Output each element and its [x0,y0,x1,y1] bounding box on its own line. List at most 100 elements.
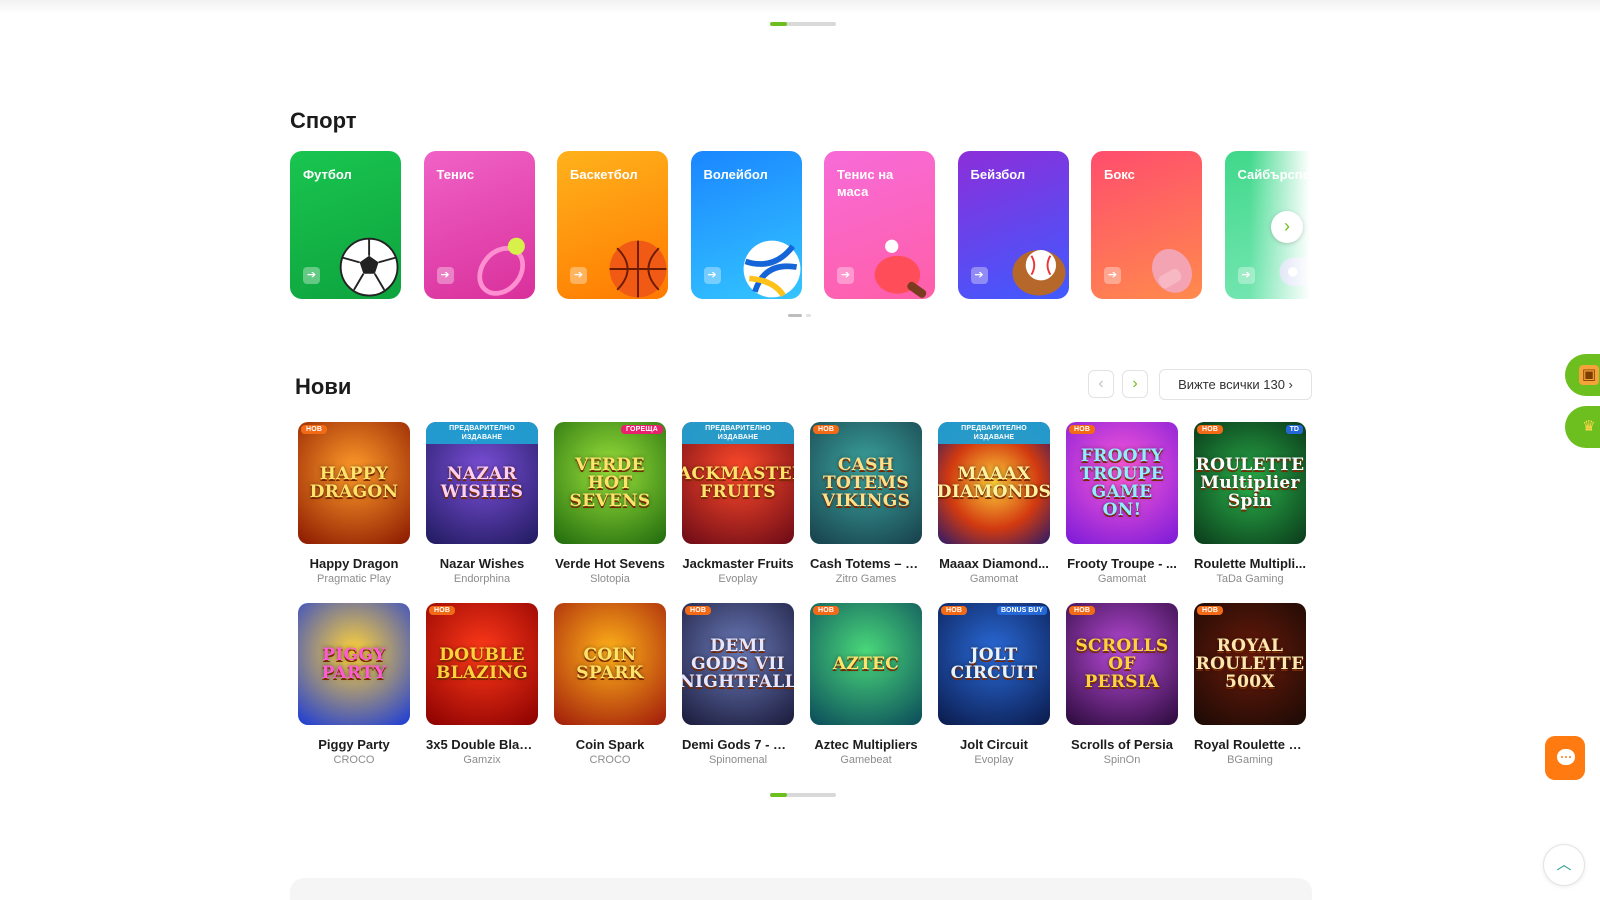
game-logo: ROULETTE Multiplier Spin [1195,455,1305,511]
game-thumbnail[interactable]: DEMI GODS VII NIGHTFALL НОВ [682,603,794,725]
game-thumbnail[interactable]: ROYAL ROULETTE 500X НОВ [1194,603,1306,725]
game-title[interactable]: Maaax Diamond... [938,556,1050,571]
carousel-dot[interactable] [806,314,811,317]
sport-card[interactable]: Тенис ➔ [423,151,535,299]
chevron-up-icon: ︿ [1556,856,1572,873]
game-provider: Gamebeat [840,754,892,766]
sport-card[interactable]: Бейзбол ➔ [957,151,1069,299]
game-tile[interactable]: NAZAR WISHES ПРЕДВАРИТЕЛНО ИЗДАВАНЕ Nazar … [426,422,538,585]
chat-bubble-icon [1557,749,1575,765]
sport-section-title: Спорт [290,108,357,133]
game-thumbnail[interactable]: SCROLLS OF PERSIA НОВ [1066,603,1178,725]
game-title[interactable]: Cash Totems – Vi... [810,556,922,571]
game-tile[interactable]: DEMI GODS VII NIGHTFALL НОВ Demi Gods 7 - … [682,603,794,766]
game-tile[interactable]: FROOTY TROUPE GAME ON! НОВ Frooty Troupe -… [1066,422,1178,585]
sport-card[interactable]: Баскетбол ➔ [557,151,668,299]
game-logo: HAPPY DRAGON [309,464,399,502]
game-title[interactable]: Frooty Troupe - ... [1066,556,1178,571]
game-thumbnail[interactable]: COIN SPARK [554,603,666,725]
sport-card[interactable]: Бокс ➔ [1091,151,1202,299]
game-title[interactable]: Scrolls of Persia [1066,737,1178,752]
carousel-dot[interactable] [788,314,802,317]
tennis-racket-icon [476,237,525,296]
game-title[interactable]: Jackmaster Fruits [682,556,794,571]
game-tile[interactable]: JOLT CIRCUIT НОВ BONUS BUY Jolt Circuit Evop… [938,603,1050,766]
game-logo: ROYAL ROULETTE 500X [1195,636,1305,692]
game-thumbnail[interactable]: CASH TOTEMS VIKINGS НОВ [810,422,922,544]
game-thumbnail[interactable]: ROULETTE Multiplier Spin НОВ TD [1194,422,1306,544]
game-tile[interactable]: HAPPY DRAGON НОВ Happy Dragon Pragmatic Pla… [298,422,410,585]
game-thumbnail[interactable]: VERDE HOT SEVENS ГОРЕЩА [554,422,666,544]
game-thumbnail[interactable]: AZTEC НОВ [810,603,922,725]
prizes-widget-button[interactable]: ▣ [1565,354,1600,396]
game-thumbnail[interactable]: NAZAR WISHES ПРЕДВАРИТЕЛНО ИЗДАВАНЕ [426,422,538,544]
game-title[interactable]: Happy Dragon [298,556,410,571]
volleyball-icon [743,240,800,298]
top-carousel-progress-fill [770,22,787,26]
game-provider: Pragmatic Play [317,573,391,585]
boxing-glove-icon [1152,249,1192,293]
game-tile[interactable]: VERDE HOT SEVENS ГОРЕЩА Verde Hot Sevens Sl… [554,422,666,585]
sport-card[interactable]: Тенис на маса ➔ [824,151,935,299]
game-title[interactable]: Aztec Multipliers [810,737,922,752]
game-title[interactable]: Jolt Circuit [938,737,1050,752]
top-carousel-edge [0,0,1600,14]
new-badge: НОВ [1197,606,1224,615]
game-logo: FROOTY TROUPE GAME ON! [1080,446,1164,520]
game-thumbnail[interactable]: PIGGY PARTY [298,603,410,725]
game-thumbnail[interactable]: HAPPY DRAGON НОВ [298,422,410,544]
new-badge: НОВ [941,606,968,615]
new-prev-button[interactable]: ‹ [1088,370,1114,398]
game-provider: BGaming [1227,754,1273,766]
sport-card[interactable]: Футбол ➔ [290,151,401,299]
scroll-to-top-button[interactable]: ︿ [1543,844,1585,886]
sport-card-label: Тенис [436,167,475,182]
tournaments-widget-button[interactable]: ♛ [1565,406,1600,448]
game-thumbnail[interactable]: DOUBLE BLAZING НОВ [426,603,538,725]
game-thumbnail[interactable]: FROOTY TROUPE GAME ON! НОВ [1066,422,1178,544]
game-logo: COIN SPARK [576,645,644,683]
sport-next-button[interactable]: › [1271,211,1303,243]
new-badge: НОВ [1069,425,1096,434]
game-tile[interactable]: AZTEC НОВ Aztec Multipliers Gamebeat [810,603,922,766]
game-title[interactable]: Royal Roulette 5... [1194,737,1306,752]
game-tile[interactable]: JACKMASTER FRUITSПРЕДВАРИТЕЛНО ИЗДАВАНЕ J… [682,422,794,585]
game-tile[interactable]: SCROLLS OF PERSIA НОВ Scrolls of Persia Spi… [1066,603,1178,766]
game-title[interactable]: Verde Hot Sevens [554,556,666,571]
game-logo: AZTEC [832,654,900,674]
chevron-right-icon: › [1288,377,1293,392]
game-title[interactable]: Roulette Multipli... [1194,556,1306,571]
trophy-icon: ♛ [1582,418,1596,435]
game-tile[interactable]: MAAAX DIAMONDS ПРЕДВАРИТЕЛНО ИЗДАВАНЕ Maaa… [938,422,1050,585]
new-games-progress [770,793,836,797]
game-logo: JOLT CIRCUIT [950,645,1038,683]
game-title[interactable]: Piggy Party [298,737,410,752]
game-tile[interactable]: ROYAL ROULETTE 500X НОВ Royal Roulette 5..… [1194,603,1306,766]
game-tile[interactable]: PIGGY PARTY Piggy Party CROCO [298,603,410,766]
game-title[interactable]: Demi Gods 7 - Ni... [682,737,794,752]
game-tile[interactable]: CASH TOTEMS VIKINGS НОВ Cash Totems – Vi..… [810,422,922,585]
sport-card-label: Футбол [303,167,352,182]
new-next-button[interactable]: › [1122,370,1148,398]
see-all-button[interactable]: Вижте всички 130 › [1159,369,1312,400]
game-tile[interactable]: ROULETTE Multiplier Spin НОВ TD Roulette Mu… [1194,422,1306,585]
game-thumbnail[interactable]: JACKMASTER FRUITS ПРЕДВАРИТЕЛНО ИЗДАВАНЕ [682,422,794,544]
new-badge: НОВ [1069,606,1096,615]
see-all-label: Вижте всички 130 [1178,377,1285,392]
game-thumbnail[interactable]: JOLT CIRCUIT НОВ BONUS BUY [938,603,1050,725]
new-badge: НОВ [813,425,840,434]
sport-card-label: Волейбол [703,167,768,182]
new-games-progress-fill [770,793,787,797]
game-thumbnail[interactable]: MAAAX DIAMONDS ПРЕДВАРИТЕЛНО ИЗДАВАНЕ [938,422,1050,544]
ping-pong-icon [874,239,927,298]
chat-button[interactable] [1545,736,1585,780]
game-title[interactable]: Coin Spark [554,737,666,752]
game-provider: Endorphina [453,573,511,585]
game-logo: SCROLLS OF PERSIA [1075,636,1169,692]
game-title[interactable]: 3x5 Double Blazi... [426,737,538,752]
game-tile[interactable]: COIN SPARK Coin Spark CROCO [554,603,666,766]
game-provider: Zitro Games [835,573,897,585]
sport-card[interactable]: Волейбол ➔ [690,151,802,299]
game-title[interactable]: Nazar Wishes [426,556,538,571]
game-tile[interactable]: DOUBLE BLAZING НОВ 3x5 Double Blazi... Gamz… [426,603,538,766]
